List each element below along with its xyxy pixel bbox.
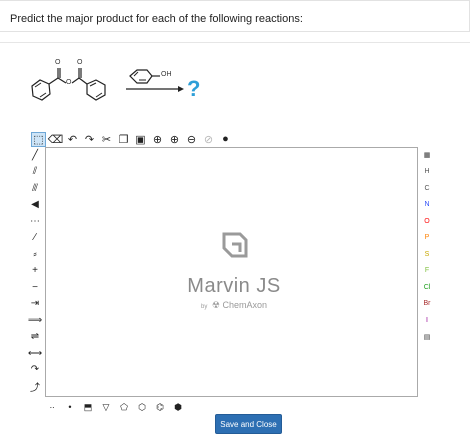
cyclopropane-icon[interactable]: ▽ (99, 400, 113, 414)
template-shape-icon[interactable]: ⬒ (81, 400, 95, 414)
zoom-in-icon[interactable]: ⊕ (167, 132, 182, 147)
lone-pair-icon[interactable]: • (63, 400, 77, 414)
help-icon[interactable]: ● (218, 132, 233, 147)
left-toolbar: ╱ ⫽ ⫻ ◀ ⋯ ∕ ⸗ + − ⇥ ⟹ ⇌ ⟷ ↷ ⤴ (27, 147, 43, 395)
chemaxon-logo-icon: ☢ (211, 300, 220, 310)
marvin-logo-icon (222, 232, 248, 258)
retro-arrow-icon[interactable]: ⟹ (27, 312, 43, 329)
zoom-disabled-icon[interactable]: ⊘ (201, 132, 216, 147)
save-and-close-button[interactable]: Save and Close (215, 414, 282, 434)
element-button-n[interactable]: N (419, 197, 435, 214)
cut-icon[interactable]: ✂ (99, 132, 114, 147)
electron-flow-icon[interactable]: ↷ (27, 362, 43, 379)
undo-icon[interactable]: ↶ (65, 132, 80, 147)
bridge-oxygen-label: O (66, 79, 72, 86)
element-button-c[interactable]: C (419, 180, 435, 197)
paste-icon[interactable]: ▣ (133, 132, 148, 147)
hash-bond-icon[interactable]: ⋯ (27, 213, 43, 230)
triple-bond-icon[interactable]: ⫻ (27, 180, 43, 197)
element-button-f[interactable]: F (419, 263, 435, 280)
drawing-canvas[interactable]: Marvin JS by ☢ ChemAxon (45, 147, 418, 397)
double-bond-icon[interactable]: ⫽ (27, 164, 43, 181)
marvin-editor: ⬚ ⌫ ↶ ↷ ✂ ❐ ▣ ⊕ ⊕ ⊖ ⊘ ● ╱ ⫽ ⫻ ◀ ⋯ ∕ ⸗ + … (23, 125, 443, 415)
atom-list-icon[interactable]: ▤ (419, 329, 435, 346)
question-text: Predict the major product for each of th… (10, 13, 303, 25)
redo-icon[interactable]: ↷ (82, 132, 97, 147)
element-button-p[interactable]: P (419, 230, 435, 247)
marvin-logo: Marvin JS by ☢ ChemAxon (184, 226, 284, 336)
phenol-oh-label: OH (161, 71, 172, 78)
carbonyl-oxygen-label-2: O (77, 59, 83, 66)
element-button-s[interactable]: S (419, 246, 435, 263)
element-button-h[interactable]: H (419, 164, 435, 181)
wedge-bond-icon[interactable]: ◀ (27, 197, 43, 214)
logo-by-text: by (201, 304, 208, 310)
unknown-product-mark: ? (187, 76, 201, 101)
carbonyl-oxygen-label-1: O (55, 59, 61, 66)
zoom-to-fit-icon[interactable]: ⊕ (150, 132, 165, 147)
element-button-br[interactable]: Br (419, 296, 435, 313)
top-toolbar: ⬚ ⌫ ↶ ↷ ✂ ❐ ▣ ⊕ ⊕ ⊖ ⊘ ● (31, 129, 251, 149)
zoom-out-icon[interactable]: ⊖ (184, 132, 199, 147)
chain-tool-icon[interactable]: ∕ (27, 230, 43, 247)
element-button-cl[interactable]: Cl (419, 279, 435, 296)
sketch-chain-icon[interactable]: ⸗ (27, 246, 43, 263)
divider (0, 42, 470, 43)
benzene-icon[interactable]: ⌬ (153, 400, 167, 414)
reaction-arrow-icon[interactable]: ⇥ (27, 296, 43, 313)
resonance-arrow-icon[interactable]: ⟷ (27, 345, 43, 362)
radical-icon[interactable]: ∙∙ (45, 400, 59, 414)
element-button-i[interactable]: I (419, 312, 435, 329)
equilibrium-arrow-icon[interactable]: ⇌ (27, 329, 43, 346)
template-library-icon[interactable]: ⬢ (171, 400, 185, 414)
template-toolbar: ∙∙ • ⬒ ▽ ⬠ ⬡ ⌬ ⬢ (45, 399, 185, 415)
cyclopentane-icon[interactable]: ⬠ (117, 400, 131, 414)
logo-company-text: ChemAxon (222, 300, 267, 310)
copy-icon[interactable]: ❐ (116, 132, 131, 147)
eraser-icon[interactable]: ⌫ (48, 132, 64, 147)
question-box: Predict the major product for each of th… (0, 0, 470, 32)
marvin-logo-text: Marvin JS (187, 275, 281, 297)
positive-charge-icon[interactable]: + (27, 263, 43, 280)
element-palette: ▦ H C N O P S F Cl Br I ▤ (419, 147, 435, 345)
cyclohexane-icon[interactable]: ⬡ (135, 400, 149, 414)
marvin-logo-subtitle: by ☢ ChemAxon (184, 300, 284, 311)
curved-arrow-icon[interactable]: ⤴ (27, 378, 43, 395)
single-bond-icon[interactable]: ╱ (27, 147, 43, 164)
element-button-o[interactable]: O (419, 213, 435, 230)
periodic-table-icon[interactable]: ▦ (419, 147, 435, 164)
negative-charge-icon[interactable]: − (27, 279, 43, 296)
select-tool-icon[interactable]: ⬚ (31, 131, 46, 147)
